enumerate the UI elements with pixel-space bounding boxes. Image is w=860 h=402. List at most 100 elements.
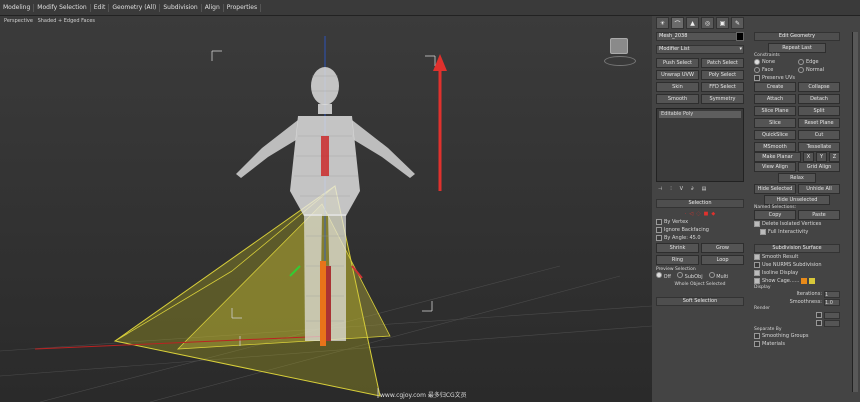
full-interactivity-option[interactable]: Full Interactivity: [754, 228, 840, 236]
create-button[interactable]: Create: [754, 82, 796, 92]
menu-subdivision[interactable]: Subdivision: [160, 3, 202, 12]
tab-hierarchy-icon[interactable]: ▲: [686, 17, 699, 29]
polygon-level-icon[interactable]: ■: [704, 211, 709, 217]
stack-item-editable-poly[interactable]: Editable Poly: [659, 111, 741, 118]
preview-off-radio[interactable]: Off: [656, 272, 671, 280]
poly-select-button[interactable]: Poly Select: [701, 70, 744, 80]
leg-bone-right[interactable]: [326, 266, 331, 341]
preserve-uvs-option[interactable]: Preserve UVs: [754, 74, 840, 82]
hide-selected-button[interactable]: Hide Selected: [754, 184, 796, 194]
show-cage-option[interactable]: Show Cage......: [754, 277, 840, 285]
iterations-spinner[interactable]: 1: [824, 290, 840, 298]
planar-x-button[interactable]: X: [803, 152, 814, 162]
relax-button[interactable]: Relax: [778, 173, 816, 183]
by-vertex-option[interactable]: By Vertex: [656, 218, 744, 226]
edit-geometry-rollout-header[interactable]: Edit Geometry: [754, 32, 840, 41]
panel-scrollbar[interactable]: [852, 32, 858, 392]
materials-option[interactable]: Materials: [754, 340, 840, 348]
planar-y-button[interactable]: Y: [816, 152, 827, 162]
symmetry-button[interactable]: Symmetry: [701, 94, 744, 104]
ignore-backfacing-option[interactable]: Ignore Backfacing: [656, 226, 744, 234]
vertex-level-icon[interactable]: ·: [685, 211, 687, 217]
ffd-select-button[interactable]: FFD Select: [701, 82, 744, 92]
configure-sets-icon[interactable]: ▤: [702, 186, 707, 192]
subdivision-surface-rollout-header[interactable]: Subdivision Surface: [754, 244, 840, 253]
msmooth-button[interactable]: MSmooth: [754, 142, 796, 152]
tab-display-icon[interactable]: ▣: [716, 17, 729, 29]
menu-geometry[interactable]: Geometry (All): [109, 3, 161, 12]
show-end-result-icon[interactable]: ⫶: [670, 186, 671, 192]
by-angle-option[interactable]: By Angle: 45.0: [656, 234, 744, 242]
preview-multi-radio[interactable]: Multi: [708, 272, 728, 280]
render-smoothness-spinner[interactable]: [824, 319, 840, 327]
element-level-icon[interactable]: ◆: [711, 211, 715, 217]
perspective-viewport[interactable]: Perspective Shaded + Edged Faces www.cgj…: [0, 16, 652, 402]
grow-button[interactable]: Grow: [701, 243, 744, 253]
menu-align[interactable]: Align: [202, 3, 224, 12]
menu-properties[interactable]: Properties: [224, 3, 262, 12]
constraint-edge-radio[interactable]: Edge: [798, 58, 840, 66]
object-name-field[interactable]: Mesh_2038: [656, 32, 744, 41]
tab-utilities-icon[interactable]: ✎: [731, 17, 744, 29]
constraint-none-radio[interactable]: None: [754, 58, 796, 66]
menu-modify-selection[interactable]: Modify Selection: [34, 3, 91, 12]
cage-selection-color-swatch[interactable]: [809, 278, 816, 284]
object-color-swatch[interactable]: [736, 32, 744, 41]
modifier-stack[interactable]: Editable Poly: [656, 108, 744, 182]
remove-modifier-icon[interactable]: ∂: [691, 186, 694, 192]
border-level-icon[interactable]: ◌: [696, 211, 700, 217]
hide-unselected-button[interactable]: Hide Unselected: [764, 195, 830, 205]
smoothing-groups-option[interactable]: Smoothing Groups: [754, 332, 840, 340]
planar-z-button[interactable]: Z: [829, 152, 840, 162]
loop-button[interactable]: Loop: [701, 255, 744, 265]
shrink-button[interactable]: Shrink: [656, 243, 699, 253]
repeat-last-button[interactable]: Repeat Last: [768, 43, 826, 53]
reset-plane-button[interactable]: Reset Plane: [798, 118, 840, 128]
make-planar-button[interactable]: Make Planar: [754, 152, 801, 162]
unhide-all-button[interactable]: Unhide All: [798, 184, 840, 194]
smoothness-spinner[interactable]: 1.0: [824, 298, 840, 306]
viewcube[interactable]: [610, 38, 628, 54]
tab-motion-icon[interactable]: ◎: [701, 17, 714, 29]
slice-button[interactable]: Slice: [754, 118, 796, 128]
patch-select-button[interactable]: Patch Select: [701, 58, 744, 68]
detach-button[interactable]: Detach: [798, 94, 840, 104]
viewcube-ring[interactable]: [604, 56, 636, 66]
quickslice-button[interactable]: QuickSlice: [754, 130, 796, 140]
collapse-button[interactable]: Collapse: [798, 82, 840, 92]
modifier-list-dropdown[interactable]: Modifier List ▾: [656, 45, 744, 54]
render-iterations-spinner[interactable]: [824, 311, 840, 319]
view-align-button[interactable]: View Align: [754, 162, 796, 172]
scene-canvas[interactable]: [0, 16, 652, 402]
delete-isolated-option[interactable]: Delete Isolated Vertices: [754, 220, 840, 228]
spine-bone[interactable]: [321, 136, 329, 176]
ring-button[interactable]: Ring: [656, 255, 699, 265]
constraint-face-radio[interactable]: Face: [754, 66, 796, 74]
smooth-result-option[interactable]: Smooth Result: [754, 253, 840, 261]
use-nurms-option[interactable]: Use NURMS Subdivision: [754, 261, 840, 269]
tab-create-icon[interactable]: ☀: [656, 17, 669, 29]
menu-edit[interactable]: Edit: [91, 3, 110, 12]
push-select-button[interactable]: Push Select: [656, 58, 699, 68]
paste-button[interactable]: Paste: [798, 210, 840, 220]
slice-plane-button[interactable]: Slice Plane: [754, 106, 796, 116]
skin-button[interactable]: Skin: [656, 82, 699, 92]
preview-subobj-radio[interactable]: SubObj: [676, 272, 703, 280]
tessellate-button[interactable]: Tessellate: [798, 142, 840, 152]
selection-rollout-header[interactable]: Selection: [656, 199, 744, 208]
constraint-normal-radio[interactable]: Normal: [798, 66, 840, 74]
grid-align-button[interactable]: Grid Align: [798, 162, 840, 172]
make-unique-icon[interactable]: V: [680, 186, 683, 192]
soft-selection-rollout-header[interactable]: Soft Selection: [656, 297, 744, 306]
copy-button[interactable]: Copy: [754, 210, 796, 220]
cut-button[interactable]: Cut: [798, 130, 840, 140]
attach-button[interactable]: Attach: [754, 94, 796, 104]
tab-modify-icon[interactable]: ⌒: [671, 17, 684, 29]
split-option[interactable]: Split: [798, 106, 840, 116]
panel-scrollbar-thumb[interactable]: [853, 32, 858, 392]
pin-stack-icon[interactable]: ⊣: [658, 186, 662, 192]
isoline-display-option[interactable]: Isoline Display: [754, 269, 840, 277]
smooth-button[interactable]: Smooth: [656, 94, 699, 104]
edge-level-icon[interactable]: ◁: [689, 211, 693, 217]
unwrap-uvw-button[interactable]: Unwrap UVW: [656, 70, 699, 80]
